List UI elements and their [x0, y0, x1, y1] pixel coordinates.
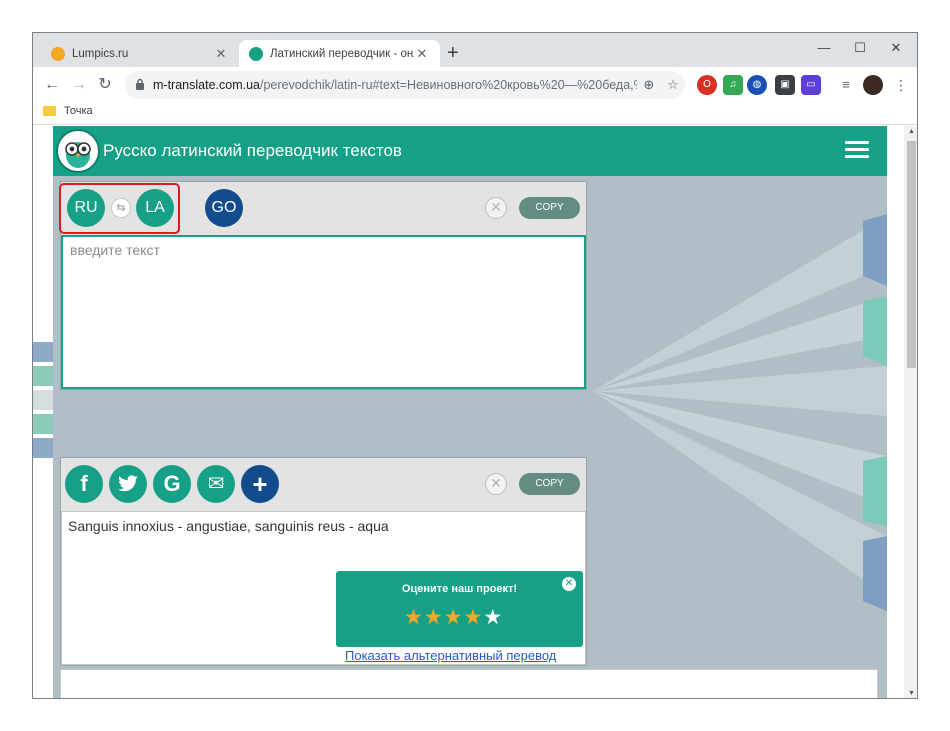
forward-button[interactable]: → — [68, 74, 90, 96]
scroll-down-icon[interactable]: ▼ — [904, 688, 917, 698]
translation-text: Sanguis innoxius - angustiae, sanguinis … — [68, 518, 389, 534]
lock-icon[interactable] — [135, 78, 145, 93]
plus-icon[interactable]: + — [241, 465, 279, 503]
decor-stripe — [33, 414, 53, 434]
opera-icon[interactable]: O — [697, 75, 717, 95]
source-text-input[interactable]: введите текст — [61, 235, 586, 389]
cube-icon[interactable]: ▣ — [775, 75, 795, 95]
star-icon[interactable]: ★ — [424, 606, 444, 629]
clear-output-icon[interactable]: ✕ — [485, 473, 507, 495]
browser-toolbar: ← → ↻ m-translate.com.ua/perevodchik/lat… — [33, 67, 917, 103]
twitter-icon[interactable] — [109, 465, 147, 503]
bookmark-tochka[interactable]: Точка — [43, 105, 93, 117]
new-tab-button[interactable]: + — [447, 42, 459, 65]
url-text: m-translate.com.ua/perevodchik/latin-ru#… — [153, 78, 637, 92]
copy-input-button[interactable]: COPY — [519, 197, 580, 219]
decor-stripe — [33, 438, 53, 458]
tab-lumpics[interactable]: Lumpics.ru ✕ — [41, 40, 239, 67]
mail-icon[interactable]: ✉ — [197, 465, 235, 503]
screen-icon[interactable]: ▭ — [801, 75, 821, 95]
owl-logo-icon[interactable] — [56, 129, 100, 173]
google-icon[interactable]: G — [153, 465, 191, 503]
tab-title: Lumpics.ru — [72, 47, 129, 60]
hamburger-menu-icon[interactable] — [845, 141, 869, 159]
bookmark-star-icon[interactable]: ☆ — [661, 77, 685, 93]
add-search-icon[interactable]: ⊕ — [637, 77, 661, 93]
owl-favicon-icon — [249, 46, 263, 61]
star-icon[interactable]: ★ — [483, 606, 503, 629]
rating-popup: Оцените наш проект! ✕ ★★★★★ — [336, 571, 583, 647]
tab-strip: Lumpics.ru ✕ Латинский переводчик - онла… — [33, 33, 917, 67]
menu-kebab-icon[interactable]: ⋮ — [891, 75, 911, 95]
browser-window: Lumpics.ru ✕ Латинский переводчик - онла… — [32, 32, 918, 699]
bottom-content-card — [60, 669, 878, 698]
decor-stripe — [33, 390, 53, 410]
clear-input-icon[interactable]: ✕ — [485, 197, 507, 219]
media-control-icon[interactable]: ≡ — [836, 75, 856, 95]
lumpics-favicon-icon — [51, 46, 65, 61]
site-page: Русско латинский переводчик текстов RU ⇆… — [53, 126, 887, 698]
facebook-icon[interactable]: f — [65, 465, 103, 503]
minimize-button[interactable]: — — [806, 37, 842, 59]
close-window-button[interactable]: ✕ — [878, 37, 914, 59]
go-button[interactable]: GO — [205, 189, 243, 227]
language-selector-highlight — [59, 183, 180, 234]
star-icon[interactable]: ★ — [463, 606, 483, 629]
star-icon[interactable]: ★ — [404, 606, 424, 629]
reload-button[interactable]: ↻ — [94, 74, 116, 96]
star-icon[interactable]: ★ — [444, 606, 464, 629]
tab-title: Латинский переводчик - онлай — [270, 47, 414, 60]
music-icon[interactable]: ♫ — [723, 75, 743, 95]
address-bar[interactable]: m-translate.com.ua/perevodchik/latin-ru#… — [125, 71, 685, 99]
alternative-translation-link[interactable]: Показать альтернативный перевод — [345, 648, 556, 663]
page-viewport: Русско латинский переводчик текстов RU ⇆… — [33, 126, 917, 698]
input-placeholder: введите текст — [70, 242, 160, 258]
scroll-up-icon[interactable]: ▲ — [904, 126, 917, 138]
page-scrollbar[interactable]: ▲ ▼ — [904, 126, 917, 698]
scroll-thumb[interactable] — [907, 141, 916, 368]
avatar[interactable] — [863, 75, 883, 95]
site-header: Русско латинский переводчик текстов — [53, 126, 887, 176]
site-title: Русско латинский переводчик текстов — [103, 141, 402, 160]
rating-title: Оцените наш проект! — [401, 583, 518, 595]
bookmark-label: Точка — [64, 105, 93, 117]
back-button[interactable]: ← — [41, 74, 63, 96]
rating-stars[interactable]: ★★★★★ — [404, 605, 503, 630]
globe-icon[interactable]: ◍ — [747, 75, 767, 95]
tab-close-icon[interactable]: ✕ — [414, 46, 430, 62]
decor-stripe — [33, 366, 53, 386]
bookmarks-bar: Точка — [33, 103, 917, 125]
tab-latin-translator[interactable]: Латинский переводчик - онлай ✕ — [239, 40, 440, 67]
folder-icon — [43, 106, 56, 116]
maximize-button[interactable]: ☐ — [842, 37, 878, 59]
tab-close-icon[interactable]: ✕ — [213, 46, 229, 62]
copy-output-button[interactable]: COPY — [519, 473, 580, 495]
close-rating-icon[interactable]: ✕ — [562, 577, 576, 591]
result-toolbar: f G ✉ + ✕ COPY — [61, 458, 586, 511]
decor-stripe — [33, 342, 53, 362]
